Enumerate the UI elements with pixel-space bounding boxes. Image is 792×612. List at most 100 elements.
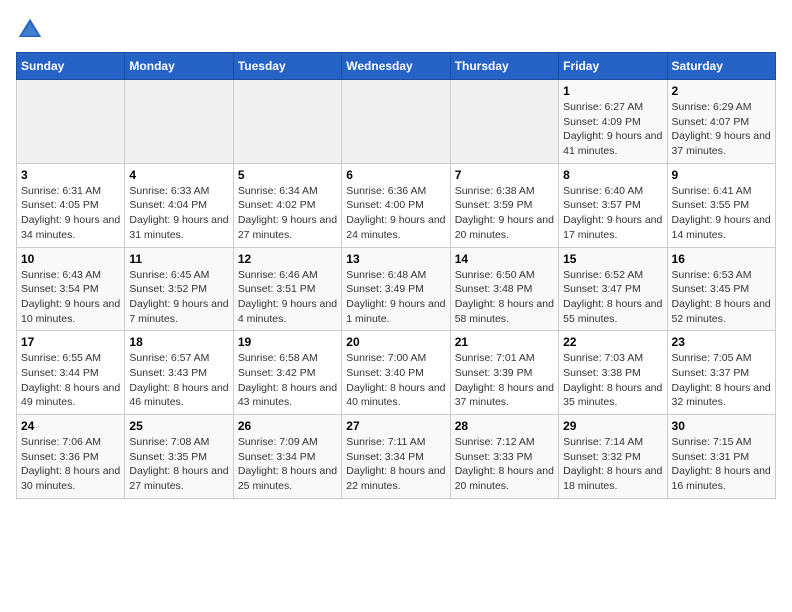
day-info: Sunrise: 7:12 AM Sunset: 3:33 PM Dayligh…: [455, 435, 554, 494]
day-number: 7: [455, 168, 554, 182]
day-info: Sunrise: 7:15 AM Sunset: 3:31 PM Dayligh…: [672, 435, 771, 494]
day-info: Sunrise: 7:01 AM Sunset: 3:39 PM Dayligh…: [455, 351, 554, 410]
day-number: 24: [21, 419, 120, 433]
day-cell: 16Sunrise: 6:53 AM Sunset: 3:45 PM Dayli…: [667, 247, 775, 331]
day-info: Sunrise: 6:34 AM Sunset: 4:02 PM Dayligh…: [238, 184, 337, 243]
day-cell: 23 Sunrise: 7:05 AM Sunset: 3:37 PM Dayli…: [667, 331, 775, 415]
day-info: Sunrise: 6:46 AM Sunset: 3:51 PM Dayligh…: [238, 268, 337, 327]
day-number: 2: [672, 84, 771, 98]
week-row-2: 10 Sunrise: 6:43 AM Sunset: 3:54 PM Dayli…: [17, 247, 776, 331]
calendar-table: SundayMondayTuesdayWednesdayThursdayFrid…: [16, 52, 776, 499]
day-info: Sunrise: 6:58 AM Sunset: 3:42 PM Dayligh…: [238, 351, 337, 410]
day-cell: 28 Sunrise: 7:12 AM Sunset: 3:33 PM Dayli…: [450, 415, 558, 499]
day-cell: 18 Sunrise: 6:57 AM Sunset: 3:43 PM Dayli…: [125, 331, 233, 415]
day-cell: 29 Sunrise: 7:14 AM Sunset: 3:32 PM Dayli…: [559, 415, 667, 499]
day-cell: 10 Sunrise: 6:43 AM Sunset: 3:54 PM Dayli…: [17, 247, 125, 331]
day-info: Sunrise: 6:27 AM Sunset: 4:09 PM Dayligh…: [563, 100, 662, 159]
day-cell: 25 Sunrise: 7:08 AM Sunset: 3:35 PM Dayli…: [125, 415, 233, 499]
logo-icon: [16, 16, 44, 44]
week-row-3: 17 Sunrise: 6:55 AM Sunset: 3:44 PM Dayli…: [17, 331, 776, 415]
page-header: [16, 16, 776, 44]
day-info: Sunrise: 6:55 AM Sunset: 3:44 PM Dayligh…: [21, 351, 120, 410]
day-cell: 9Sunrise: 6:41 AM Sunset: 3:55 PM Daylig…: [667, 163, 775, 247]
day-cell: 7 Sunrise: 6:38 AM Sunset: 3:59 PM Daylig…: [450, 163, 558, 247]
day-info: Sunrise: 6:50 AM Sunset: 3:48 PM Dayligh…: [455, 268, 554, 327]
day-number: 23: [672, 335, 771, 349]
day-info: Sunrise: 6:31 AM Sunset: 4:05 PM Dayligh…: [21, 184, 120, 243]
day-info: Sunrise: 6:29 AM Sunset: 4:07 PM Dayligh…: [672, 100, 771, 159]
day-cell: 4Sunrise: 6:33 AM Sunset: 4:04 PM Daylig…: [125, 163, 233, 247]
day-number: 17: [21, 335, 120, 349]
day-info: Sunrise: 7:11 AM Sunset: 3:34 PM Dayligh…: [346, 435, 445, 494]
day-number: 12: [238, 252, 337, 266]
day-cell: 26 Sunrise: 7:09 AM Sunset: 3:34 PM Dayli…: [233, 415, 341, 499]
day-cell: 11 Sunrise: 6:45 AM Sunset: 3:52 PM Dayli…: [125, 247, 233, 331]
day-number: 27: [346, 419, 445, 433]
day-cell: [450, 80, 558, 164]
day-cell: 1 Sunrise: 6:27 AM Sunset: 4:09 PM Daylig…: [559, 80, 667, 164]
day-cell: 30 Sunrise: 7:15 AM Sunset: 3:31 PM Dayli…: [667, 415, 775, 499]
day-info: Sunrise: 7:09 AM Sunset: 3:34 PM Dayligh…: [238, 435, 337, 494]
day-info: Sunrise: 6:33 AM Sunset: 4:04 PM Dayligh…: [129, 184, 228, 243]
day-info: Sunrise: 6:40 AM Sunset: 3:57 PM Dayligh…: [563, 184, 662, 243]
day-cell: 17 Sunrise: 6:55 AM Sunset: 3:44 PM Dayli…: [17, 331, 125, 415]
day-number: 1: [563, 84, 662, 98]
day-cell: 14 Sunrise: 6:50 AM Sunset: 3:48 PM Dayli…: [450, 247, 558, 331]
day-cell: 6 Sunrise: 6:36 AM Sunset: 4:00 PM Daylig…: [342, 163, 450, 247]
day-info: Sunrise: 6:43 AM Sunset: 3:54 PM Dayligh…: [21, 268, 120, 327]
weekday-header-wednesday: Wednesday: [342, 53, 450, 80]
week-row-4: 24 Sunrise: 7:06 AM Sunset: 3:36 PM Dayli…: [17, 415, 776, 499]
day-info: Sunrise: 7:03 AM Sunset: 3:38 PM Dayligh…: [563, 351, 662, 410]
day-info: Sunrise: 6:45 AM Sunset: 3:52 PM Dayligh…: [129, 268, 228, 327]
weekday-header-tuesday: Tuesday: [233, 53, 341, 80]
day-cell: 24 Sunrise: 7:06 AM Sunset: 3:36 PM Dayli…: [17, 415, 125, 499]
day-info: Sunrise: 6:57 AM Sunset: 3:43 PM Dayligh…: [129, 351, 228, 410]
day-cell: [233, 80, 341, 164]
day-cell: [125, 80, 233, 164]
day-cell: 3Sunrise: 6:31 AM Sunset: 4:05 PM Daylig…: [17, 163, 125, 247]
day-number: 22: [563, 335, 662, 349]
day-number: 30: [672, 419, 771, 433]
weekday-header-thursday: Thursday: [450, 53, 558, 80]
weekday-header-monday: Monday: [125, 53, 233, 80]
day-cell: 8 Sunrise: 6:40 AM Sunset: 3:57 PM Daylig…: [559, 163, 667, 247]
day-info: Sunrise: 7:08 AM Sunset: 3:35 PM Dayligh…: [129, 435, 228, 494]
day-info: Sunrise: 7:14 AM Sunset: 3:32 PM Dayligh…: [563, 435, 662, 494]
day-number: 28: [455, 419, 554, 433]
day-number: 19: [238, 335, 337, 349]
day-number: 16: [672, 252, 771, 266]
day-info: Sunrise: 7:06 AM Sunset: 3:36 PM Dayligh…: [21, 435, 120, 494]
day-info: Sunrise: 6:52 AM Sunset: 3:47 PM Dayligh…: [563, 268, 662, 327]
day-cell: 15 Sunrise: 6:52 AM Sunset: 3:47 PM Dayli…: [559, 247, 667, 331]
week-row-1: 3Sunrise: 6:31 AM Sunset: 4:05 PM Daylig…: [17, 163, 776, 247]
day-cell: [342, 80, 450, 164]
weekday-header-friday: Friday: [559, 53, 667, 80]
day-number: 9: [672, 168, 771, 182]
day-number: 18: [129, 335, 228, 349]
day-number: 6: [346, 168, 445, 182]
day-number: 20: [346, 335, 445, 349]
day-info: Sunrise: 6:36 AM Sunset: 4:00 PM Dayligh…: [346, 184, 445, 243]
day-number: 8: [563, 168, 662, 182]
day-info: Sunrise: 7:00 AM Sunset: 3:40 PM Dayligh…: [346, 351, 445, 410]
day-cell: 27 Sunrise: 7:11 AM Sunset: 3:34 PM Dayli…: [342, 415, 450, 499]
day-number: 26: [238, 419, 337, 433]
day-number: 21: [455, 335, 554, 349]
day-cell: 13Sunrise: 6:48 AM Sunset: 3:49 PM Dayli…: [342, 247, 450, 331]
day-number: 15: [563, 252, 662, 266]
weekday-header-sunday: Sunday: [17, 53, 125, 80]
day-cell: 22 Sunrise: 7:03 AM Sunset: 3:38 PM Dayli…: [559, 331, 667, 415]
day-number: 5: [238, 168, 337, 182]
day-info: Sunrise: 7:05 AM Sunset: 3:37 PM Dayligh…: [672, 351, 771, 410]
day-number: 11: [129, 252, 228, 266]
day-cell: 19 Sunrise: 6:58 AM Sunset: 3:42 PM Dayli…: [233, 331, 341, 415]
day-number: 14: [455, 252, 554, 266]
weekday-header-saturday: Saturday: [667, 53, 775, 80]
day-number: 25: [129, 419, 228, 433]
day-number: 29: [563, 419, 662, 433]
day-number: 10: [21, 252, 120, 266]
day-info: Sunrise: 6:38 AM Sunset: 3:59 PM Dayligh…: [455, 184, 554, 243]
day-cell: 2 Sunrise: 6:29 AM Sunset: 4:07 PM Daylig…: [667, 80, 775, 164]
weekday-header-row: SundayMondayTuesdayWednesdayThursdayFrid…: [17, 53, 776, 80]
day-cell: [17, 80, 125, 164]
